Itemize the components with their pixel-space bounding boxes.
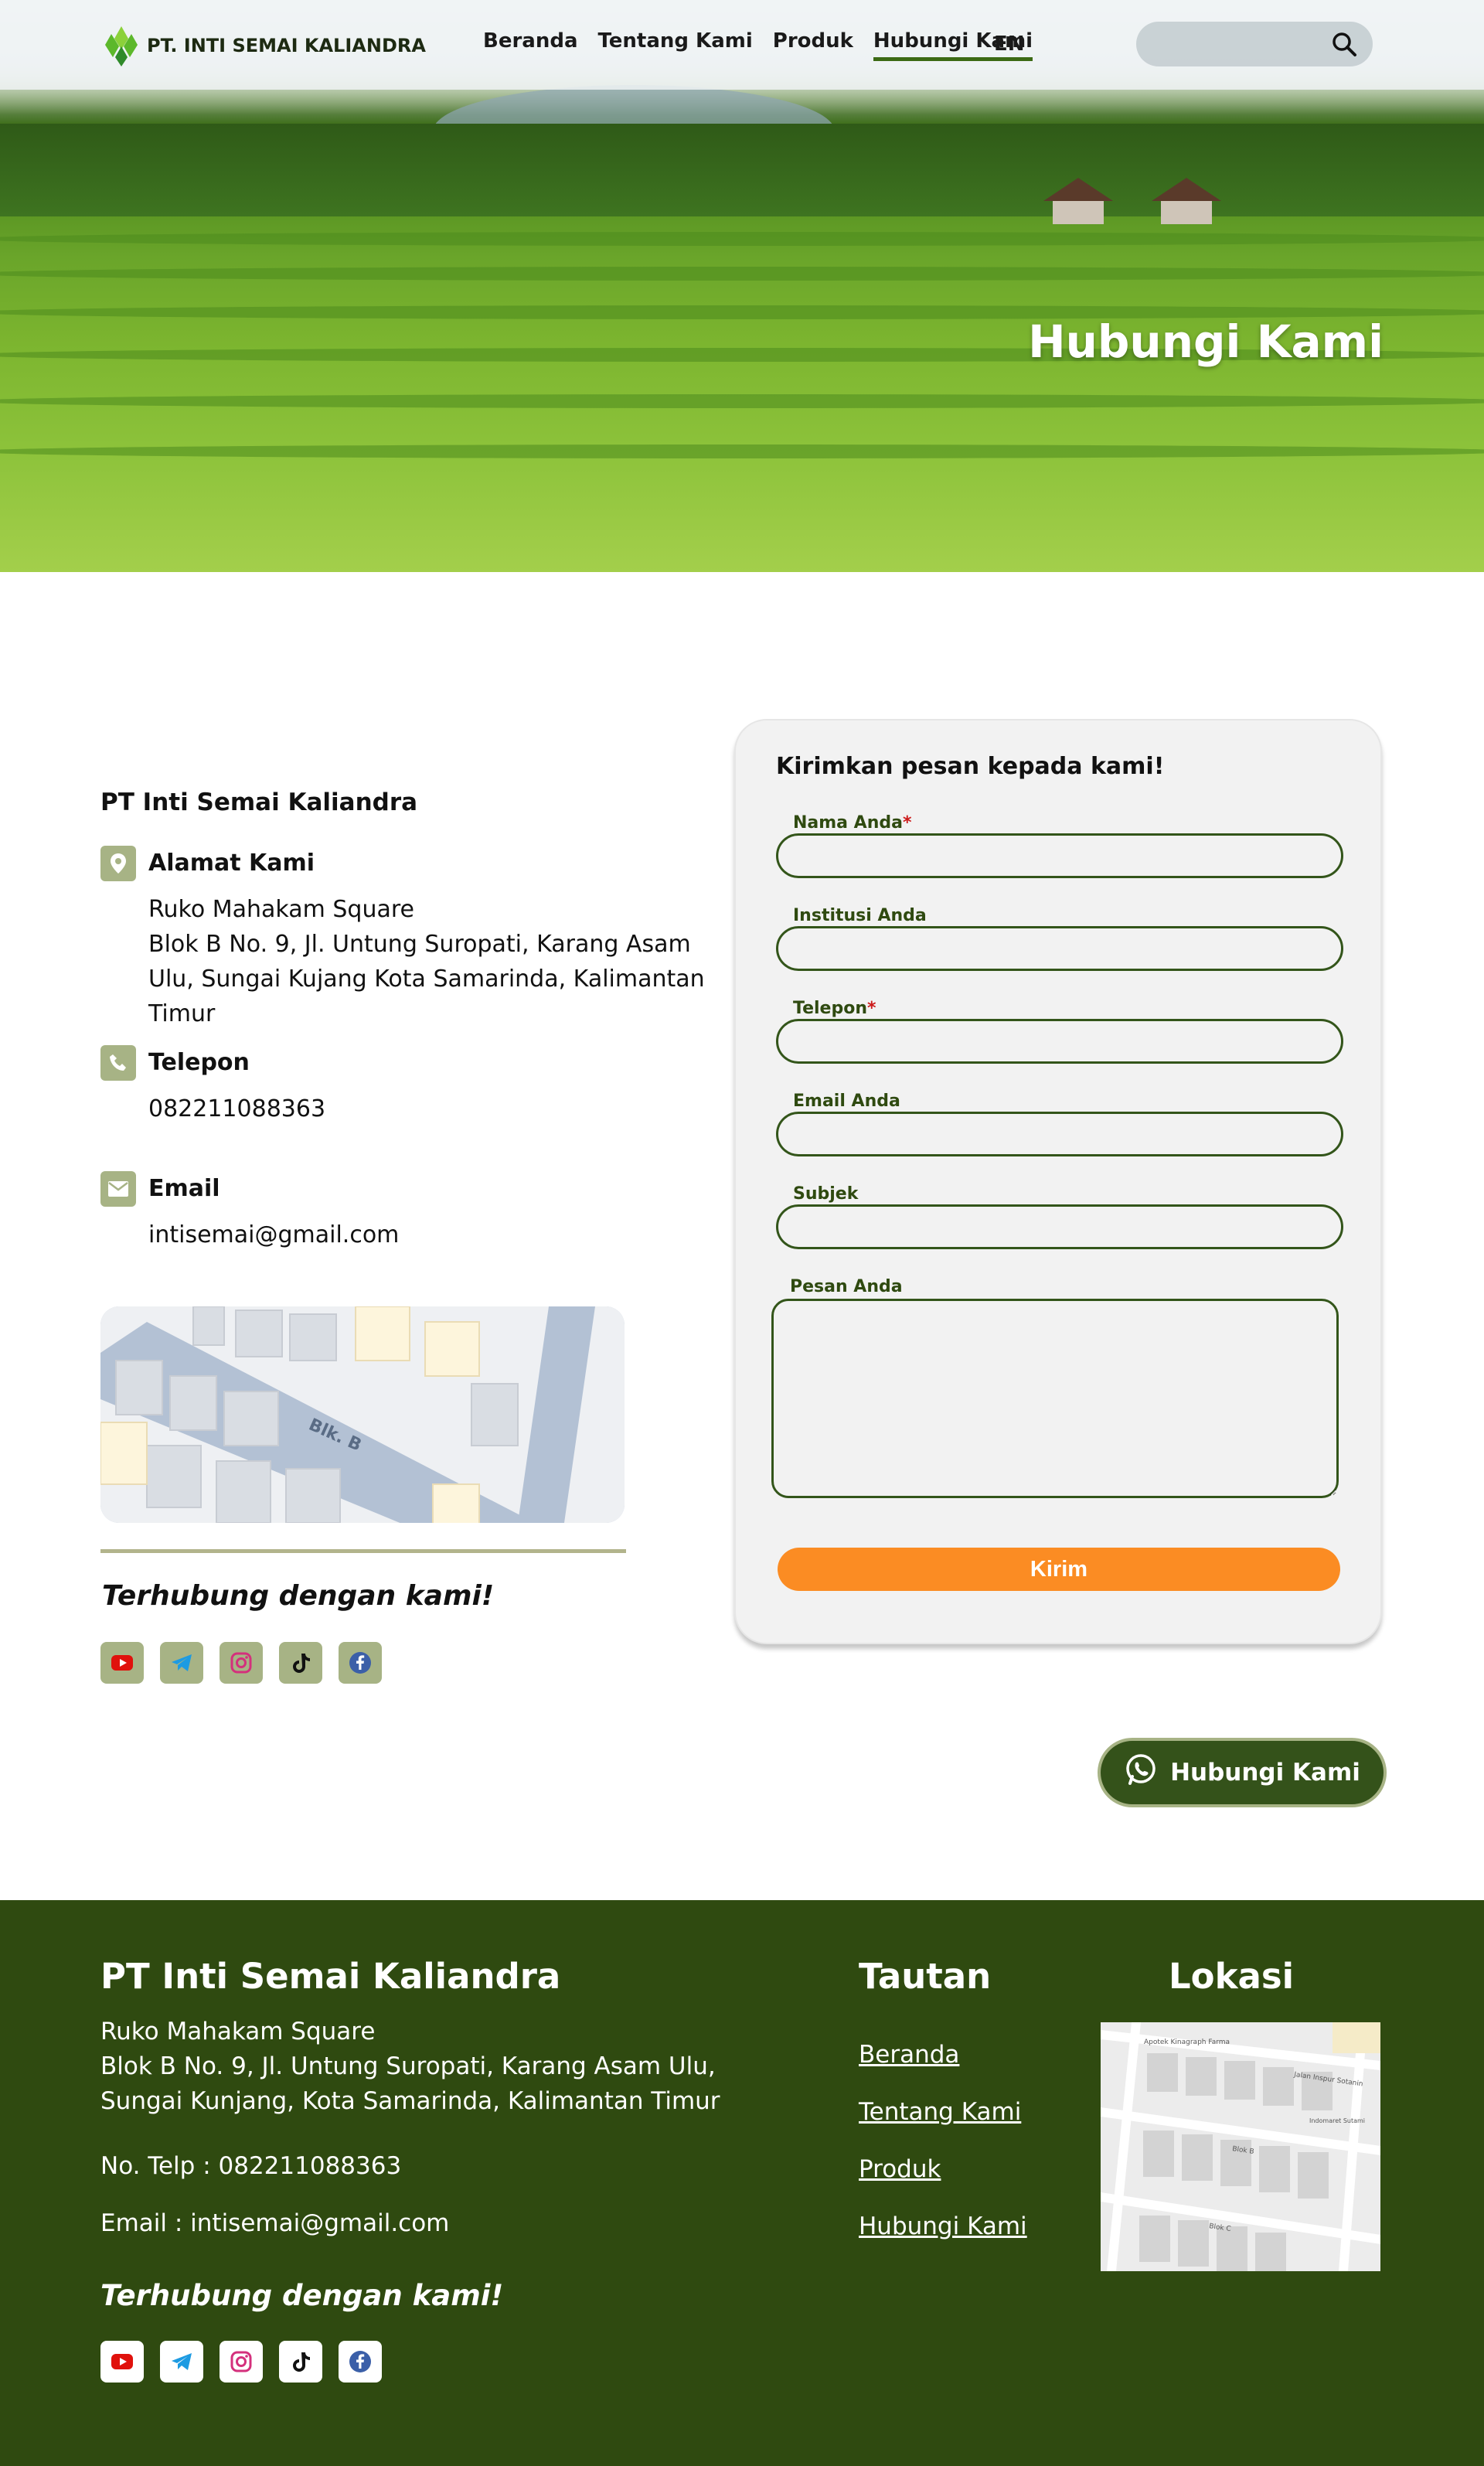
phone-icon [100, 1045, 136, 1081]
form-title: Kirimkan pesan kepada kami! [776, 753, 1165, 780]
phone-title: Telepon [148, 1049, 250, 1076]
subject-label: Subjek [793, 1184, 859, 1204]
footer-link-produk[interactable]: Produk [859, 2155, 1027, 2183]
mail-icon [100, 1171, 136, 1207]
whatsapp-contact-button[interactable]: Hubungi Kami [1098, 1738, 1387, 1807]
institution-label: Institusi Anda [793, 906, 927, 925]
instagram-icon[interactable] [220, 1642, 263, 1684]
youtube-icon[interactable] [100, 2341, 144, 2383]
whatsapp-button-label: Hubungi Kami [1170, 1759, 1360, 1786]
phone-field[interactable] [776, 1019, 1343, 1064]
subject-field[interactable] [776, 1204, 1343, 1249]
phone-label: Telepon* [793, 999, 876, 1018]
hero-title: Hubungi Kami [1028, 315, 1384, 368]
footer-link-beranda[interactable]: Beranda [859, 2041, 1027, 2069]
contact-form: Kirimkan pesan kepada kami! Nama Anda* I… [734, 719, 1382, 1644]
footer-links-title: Tautan [859, 1956, 992, 1997]
phone-value[interactable]: 082211088363 [148, 1092, 711, 1126]
search-icon[interactable] [1331, 31, 1357, 57]
footer-address-line-3: Sungai Kunjang, Kota Samarinda, Kalimant… [100, 2087, 720, 2115]
footer-map[interactable]: Apotek Kinagraph Farma Jalan Inspur Sota… [1101, 2022, 1380, 2271]
email-value[interactable]: intisemai@gmail.com [148, 1218, 711, 1252]
brand-logo-link[interactable]: PT. INTI SEMAI KALIANDRA [104, 23, 426, 68]
required-mark: * [902, 813, 912, 833]
footer-email: Email : intisemai@gmail.com [100, 2209, 450, 2237]
map-embed-small[interactable]: Blk. B [100, 1306, 625, 1523]
address-title: Alamat Kami [148, 850, 315, 877]
telegram-icon[interactable] [160, 2341, 203, 2383]
footer-phone: No. Telp : 082211088363 [100, 2152, 402, 2180]
map-label-indomaret: Indomaret Sutami [1309, 2117, 1365, 2124]
facebook-icon[interactable] [339, 1642, 382, 1684]
leaf-logo-icon [104, 23, 139, 68]
message-field[interactable] [771, 1299, 1339, 1498]
required-mark: * [867, 999, 876, 1018]
divider [100, 1549, 626, 1553]
message-label: Pesan Anda [790, 1277, 903, 1296]
brand-name: PT. INTI SEMAI KALIANDRA [147, 35, 426, 56]
location-pin-icon [100, 846, 136, 881]
footer-connect-heading: Terhubung dengan kami! [100, 2279, 504, 2312]
tiktok-icon[interactable] [279, 2341, 322, 2383]
address-line-2: Blok B No. 9, Jl. Untung Suropati, Karan… [148, 931, 705, 1027]
email-label: Email Anda [793, 1092, 900, 1111]
nav-link-beranda[interactable]: Beranda [483, 29, 577, 61]
footer-links: Beranda Tentang Kami Produk Hubungi Kami [859, 2041, 1027, 2240]
nav-links: Beranda Tentang Kami Produk Hubungi Kami [483, 29, 1033, 61]
institution-field[interactable] [776, 926, 1343, 971]
submit-button[interactable]: Kirim [778, 1548, 1340, 1591]
nav-link-tentang-kami[interactable]: Tentang Kami [597, 29, 752, 61]
email-title: Email [148, 1175, 220, 1202]
footer-address-line-2: Blok B No. 9, Jl. Untung Suropati, Karan… [100, 2052, 716, 2080]
name-label: Nama Anda* [793, 813, 912, 833]
email-block: Email intisemai@gmail.com [100, 1171, 711, 1252]
nav-link-produk[interactable]: Produk [773, 29, 853, 61]
telegram-icon[interactable] [160, 1642, 203, 1684]
footer-address: Ruko Mahakam Square Blok B No. 9, Jl. Un… [100, 2015, 720, 2119]
search-input[interactable] [1152, 29, 1322, 59]
address-text: Ruko Mahakam Square Blok B No. 9, Jl. Un… [148, 892, 711, 1031]
connect-heading: Terhubung dengan kami! [102, 1580, 495, 1612]
footer-address-line-1: Ruko Mahakam Square [100, 2018, 376, 2045]
address-line-1: Ruko Mahakam Square [148, 896, 414, 923]
name-field[interactable] [776, 833, 1343, 878]
footer-company-name: PT Inti Semai Kaliandra [100, 1956, 561, 1997]
footer-link-hubungi-kami[interactable]: Hubungi Kami [859, 2212, 1027, 2240]
contact-info: PT Inti Semai Kaliandra Alamat Kami Ruko… [100, 789, 711, 1252]
search-box [1136, 22, 1373, 66]
social-links [100, 1642, 382, 1684]
footer-link-tentang-kami[interactable]: Tentang Kami [859, 2098, 1027, 2126]
youtube-icon[interactable] [100, 1642, 144, 1684]
footer-location-title: Lokasi [1169, 1956, 1295, 1997]
footer: PT Inti Semai Kaliandra Ruko Mahakam Squ… [0, 1900, 1484, 2466]
phone-block: Telepon 082211088363 [100, 1045, 711, 1126]
address-block: Alamat Kami Ruko Mahakam Square Blok B N… [100, 846, 711, 1031]
footer-social-links [100, 2341, 382, 2383]
map-label-apotek: Apotek Kinagraph Farma [1144, 2039, 1230, 2046]
whatsapp-icon [1124, 1752, 1158, 1793]
language-switch[interactable]: EN [994, 32, 1025, 56]
tiktok-icon[interactable] [279, 1642, 322, 1684]
facebook-icon[interactable] [339, 2341, 382, 2383]
instagram-icon[interactable] [220, 2341, 263, 2383]
company-name: PT Inti Semai Kaliandra [100, 789, 418, 816]
email-field[interactable] [776, 1112, 1343, 1156]
top-navigation: PT. INTI SEMAI KALIANDRA Beranda Tentang… [0, 0, 1484, 90]
